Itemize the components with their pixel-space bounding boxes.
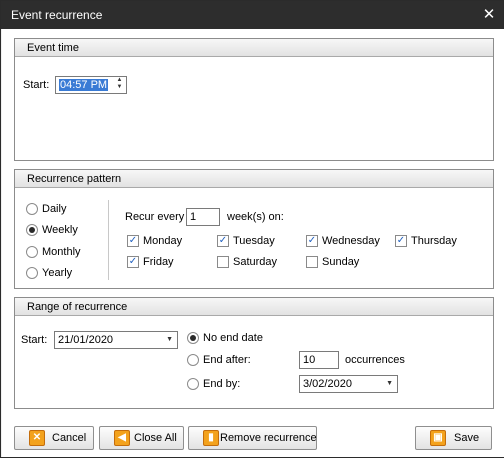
radio-end-after[interactable] <box>187 354 199 366</box>
radio-no-end-date[interactable] <box>187 332 199 344</box>
save-button-label: Save <box>454 432 480 444</box>
radio-end-by[interactable] <box>187 378 199 390</box>
end-by-date-input[interactable]: 3/02/2020 ▼ <box>299 375 398 393</box>
close-icon[interactable]: ✕ <box>479 5 499 25</box>
remove-recurrence-button-label: Remove recurrence <box>220 432 317 444</box>
x-icon: ✕ <box>29 430 45 446</box>
arrow-left-icon: ◀ <box>114 430 130 446</box>
friday-checkbox[interactable]: ✓ <box>127 256 139 268</box>
range-of-recurrence-group: Range of recurrence Start: 21/01/2020 ▼ … <box>14 297 494 409</box>
thursday-checkbox[interactable]: ✓ <box>395 235 407 247</box>
event-recurrence-dialog: Event recurrence ✕ Event time Start: 04:… <box>0 0 504 458</box>
thursday-label[interactable]: Thursday <box>411 235 457 247</box>
chevron-down-icon[interactable]: ▼ <box>166 332 173 348</box>
sunday-checkbox[interactable] <box>306 256 318 268</box>
close-all-button[interactable]: ◀ Close All <box>99 426 184 450</box>
close-all-button-label: Close All <box>134 432 177 444</box>
event-time-group: Event time Start: 04:57 PM ▲ ▼ <box>14 38 494 161</box>
tuesday-checkbox[interactable]: ✓ <box>217 235 229 247</box>
radio-daily-label[interactable]: Daily <box>42 203 66 215</box>
friday-label[interactable]: Friday <box>143 256 174 268</box>
time-spin-icon[interactable]: ▲ ▼ <box>115 77 124 93</box>
recurrence-pattern-group: Recurrence pattern Daily Weekly Monthly … <box>14 169 494 289</box>
remove-recurrence-button[interactable]: ▮ Remove recurrence <box>188 426 317 450</box>
cancel-button[interactable]: ✕ Cancel <box>14 426 94 450</box>
title-bar: Event recurrence ✕ <box>1 1 503 29</box>
range-header: Range of recurrence <box>15 298 493 316</box>
tuesday-label[interactable]: Tuesday <box>233 235 275 247</box>
occurrences-label: occurrences <box>345 354 405 366</box>
recurrence-pattern-header: Recurrence pattern <box>15 170 493 188</box>
saturday-label[interactable]: Saturday <box>233 256 277 268</box>
wednesday-label[interactable]: Wednesday <box>322 235 380 247</box>
range-start-date-value: 21/01/2020 <box>58 334 114 346</box>
event-start-time-input[interactable]: 04:57 PM ▲ ▼ <box>55 76 127 94</box>
range-start-date-input[interactable]: 21/01/2020 ▼ <box>54 331 178 349</box>
radio-monthly[interactable] <box>26 246 38 258</box>
recur-every-input[interactable]: 1 <box>186 208 220 226</box>
end-by-date-value: 3/02/2020 <box>303 378 352 390</box>
end-after-input[interactable]: 10 <box>299 351 339 369</box>
weeks-on-label: week(s) on: <box>227 211 284 223</box>
event-start-label: Start: <box>23 79 50 91</box>
end-by-label[interactable]: End by: <box>203 378 240 390</box>
radio-yearly-label[interactable]: Yearly <box>42 267 72 279</box>
end-after-label[interactable]: End after: <box>203 354 251 366</box>
radio-monthly-label[interactable]: Monthly <box>42 246 81 258</box>
no-end-date-label[interactable]: No end date <box>203 332 263 344</box>
monday-label[interactable]: Monday <box>143 235 182 247</box>
event-start-time-value: 04:57 PM <box>59 79 109 91</box>
event-time-header: Event time <box>15 39 493 57</box>
recur-every-label: Recur every <box>125 211 185 223</box>
trash-icon: ▮ <box>203 430 219 446</box>
saturday-checkbox[interactable] <box>217 256 229 268</box>
pattern-divider <box>108 200 109 280</box>
window-title: Event recurrence <box>11 8 103 22</box>
save-button[interactable]: ▣ Save <box>415 426 492 450</box>
radio-daily[interactable] <box>26 203 38 215</box>
monday-checkbox[interactable]: ✓ <box>127 235 139 247</box>
radio-yearly[interactable] <box>26 267 38 279</box>
sunday-label[interactable]: Sunday <box>322 256 359 268</box>
chevron-down-icon[interactable]: ▼ <box>386 376 393 392</box>
cancel-button-label: Cancel <box>52 432 87 444</box>
dialog-body: Event time Start: 04:57 PM ▲ ▼ Recurrence… <box>2 29 504 457</box>
radio-weekly-label[interactable]: Weekly <box>42 224 78 236</box>
range-start-label: Start: <box>21 334 48 346</box>
radio-weekly[interactable] <box>26 224 38 236</box>
wednesday-checkbox[interactable]: ✓ <box>306 235 318 247</box>
save-icon: ▣ <box>430 430 446 446</box>
